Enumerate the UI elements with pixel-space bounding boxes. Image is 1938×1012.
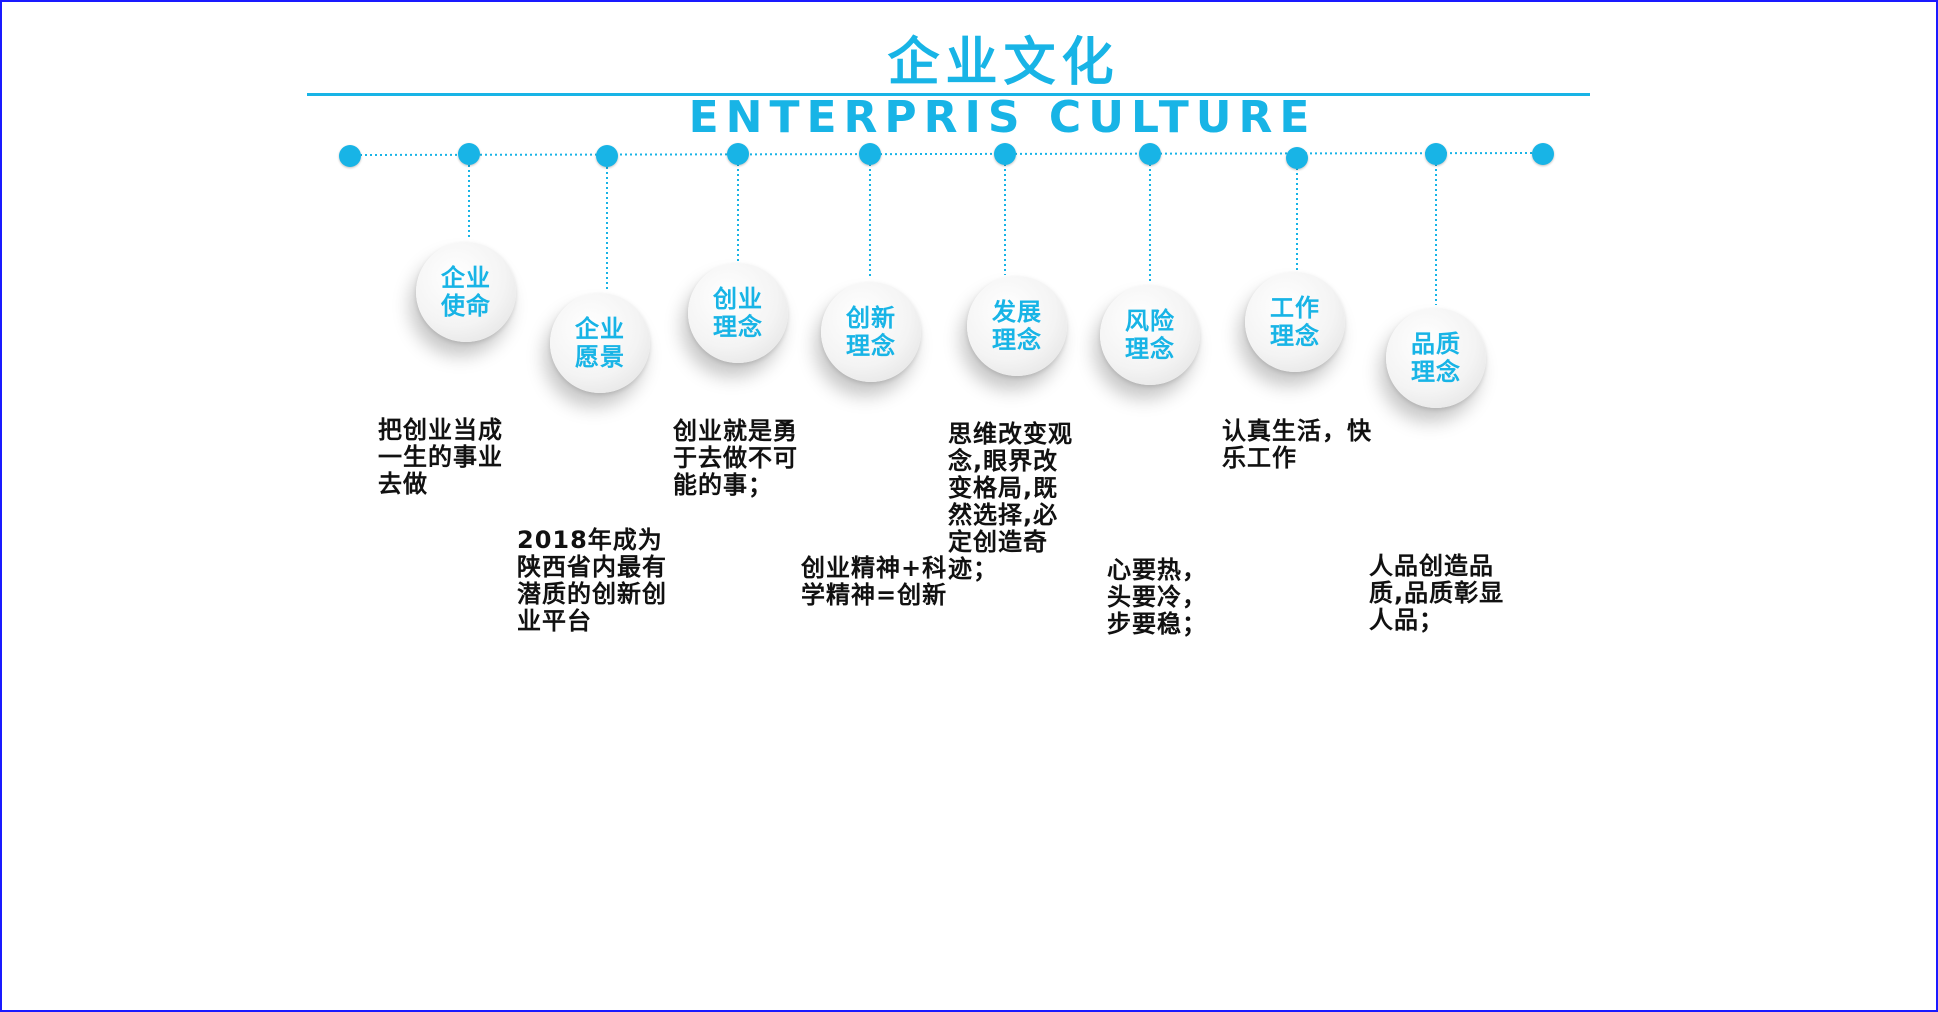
timeline-dot [994,143,1016,165]
timeline-line [349,152,1546,156]
innovation-label: 创新理念 [846,304,896,360]
timeline-dot [1286,147,1308,169]
mission-circle: 企业使命 [416,242,516,342]
mission-description: 把创业当成一生的事业去做 [378,416,503,498]
development-circle: 发展理念 [967,276,1067,376]
work-label: 工作理念 [1270,294,1320,350]
quality-circle: 品质理念 [1386,308,1486,408]
quality-description: 人品创造品质,品质彰显人品； [1369,552,1505,634]
development-label: 发展理念 [992,298,1042,354]
development-description: 思维改变观念,眼界改变格局,既然选择,必定创造奇迹； [948,420,1073,583]
vision-circle: 企业愿景 [550,293,650,393]
work-description: 认真生活，快乐工作 [1222,417,1372,472]
work-circle: 工作理念 [1245,272,1345,372]
mission-label: 企业使命 [441,264,491,320]
innovation-description: 创业精神+科学精神=创新 [801,554,948,609]
entrepreneurship-circle: 创业理念 [688,263,788,363]
timeline-dot [1425,143,1447,165]
timeline-dot [339,145,361,167]
vision-description: 2018年成为陕西省内最有潜质的创新创业平台 [517,526,667,635]
risk-circle: 风险理念 [1100,285,1200,385]
innovation-circle: 创新理念 [821,282,921,382]
timeline-dot [596,145,618,167]
risk-label: 风险理念 [1125,307,1175,363]
timeline-dot [859,143,881,165]
entrepreneurship-label: 创业理念 [713,285,763,341]
quality-label: 品质理念 [1411,330,1461,386]
timeline-dot [727,143,749,165]
entrepreneurship-description: 创业就是勇于去做不可能的事； [673,417,798,499]
risk-description: 心要热，头要冷，步要稳； [1107,556,1207,638]
timeline-dot [1532,143,1554,165]
timeline-dot [1139,143,1161,165]
timeline-dot [458,143,480,165]
vision-label: 企业愿景 [575,315,625,371]
